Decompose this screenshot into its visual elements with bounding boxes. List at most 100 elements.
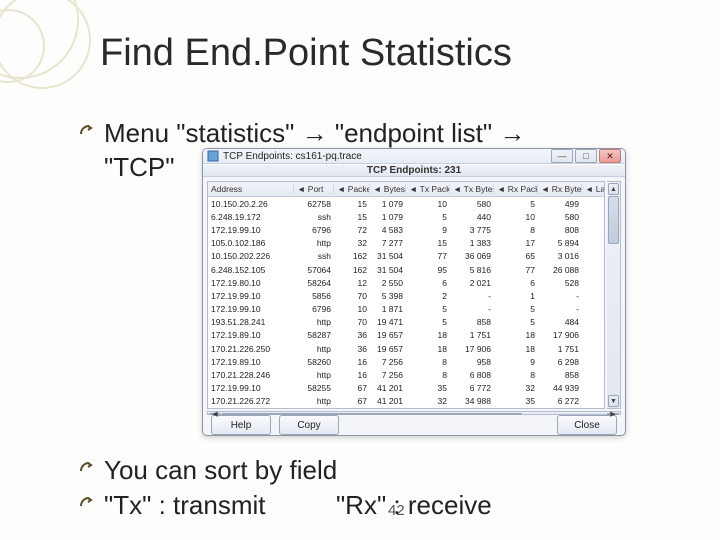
table-cell: 172.19.89.10 (208, 330, 294, 340)
table-cell: 7 256 (370, 370, 406, 380)
table-cell: 9 (406, 225, 450, 235)
table-row[interactable]: 170.21.228.246http167 25686 8088858- (208, 368, 604, 381)
table-cell: 5 894 (538, 238, 582, 248)
table-cell: 162 (334, 251, 370, 261)
table-cell: 5 (406, 317, 450, 327)
scroll-right-icon[interactable]: ▶ (607, 413, 619, 415)
table-cell: 18 (494, 344, 538, 354)
table-cell: 193.51.28.241 (208, 317, 294, 327)
maximize-button[interactable]: □ (575, 149, 597, 163)
table-cell: 31 504 (370, 265, 406, 275)
table-row[interactable]: 172.19.80.1058264122 55062 0216528- (208, 276, 604, 289)
table-cell: 6796 (294, 225, 334, 235)
table-row[interactable]: 172.19.99.105856705 3982-1-- (208, 289, 604, 302)
table-cell: 6 (406, 278, 450, 288)
bullet-text: You can sort by field (104, 455, 337, 486)
table-cell: 2 021 (450, 278, 494, 288)
table-cell: 808 (538, 225, 582, 235)
bullet-sort-by-field: You can sort by field (78, 455, 337, 486)
table-row[interactable]: 172.19.99.106796101 8715-5-- (208, 303, 604, 316)
copy-button[interactable]: Copy (279, 415, 339, 435)
scroll-up-icon[interactable]: ▲ (608, 183, 619, 195)
col-rx-packets[interactable]: ◄ Rx Packets (494, 184, 538, 194)
bullet-tx-rx: "Tx" : transmit "Rx" : receive 42 (78, 490, 492, 521)
vertical-scrollbar[interactable]: ▲ ▼ (607, 181, 621, 409)
col-tx-packets[interactable]: ◄ Tx Packets (406, 184, 450, 194)
table-cell: 1 751 (450, 330, 494, 340)
scroll-thumb[interactable] (222, 413, 522, 415)
col-latitude[interactable]: ◄ Latitude ◄ (582, 184, 605, 194)
bullet-text: "Tx" : transmit "Rx" : receive (104, 490, 492, 521)
table-cell: - (582, 291, 604, 301)
table-cell: http (294, 238, 334, 248)
table-cell: 170.21.226.250 (208, 344, 294, 354)
table-cell: 6.248.152.105 (208, 265, 294, 275)
table-row[interactable]: 6.248.152.1055706416231 504955 8167726 0… (208, 263, 604, 276)
table-cell: 77 (494, 265, 538, 275)
decorative-corner (0, 0, 100, 100)
scroll-down-icon[interactable]: ▼ (608, 395, 619, 407)
table-cell: 95 (406, 265, 450, 275)
table-cell: 6 (494, 278, 538, 288)
table-cell: 18 (494, 330, 538, 340)
bullet-menu-path-line2: "TCP" (78, 152, 174, 183)
scroll-thumb[interactable] (608, 196, 619, 244)
table-cell: 10 (406, 199, 450, 209)
table-row[interactable]: 6.248.19.172ssh151 079544010580- (208, 210, 604, 223)
col-address[interactable]: Address (208, 184, 294, 194)
col-bytes[interactable]: ◄ Bytes (370, 184, 406, 194)
close-dialog-button[interactable]: Close (557, 415, 617, 435)
table-cell: 41 201 (370, 396, 406, 406)
scroll-left-icon[interactable]: ◀ (209, 413, 221, 415)
table-cell: - (582, 212, 604, 222)
help-button[interactable]: Help (211, 415, 271, 435)
table-cell: 62758 (294, 199, 334, 209)
col-packets[interactable]: ◄ Packets (334, 184, 370, 194)
table-cell: 70 (334, 317, 370, 327)
table-cell: 170.21.226.272 (208, 396, 294, 406)
table-cell: 17 906 (450, 344, 494, 354)
table-cell: 5 (494, 304, 538, 314)
table-cell: 172.19.89.10 (208, 357, 294, 367)
col-tx-bytes[interactable]: ◄ Tx Bytes (450, 184, 494, 194)
table-cell: 170.21.228.246 (208, 370, 294, 380)
endpoints-tab[interactable]: TCP Endpoints: 231 (203, 164, 625, 177)
minimize-button[interactable]: ― (551, 149, 573, 163)
table-cell: 6.248.19.172 (208, 212, 294, 222)
table-cell: 858 (450, 317, 494, 327)
table-row[interactable]: 105.0.102.186http327 277151 383175 894- (208, 237, 604, 250)
table-row[interactable]: 172.19.89.1058260167 256895896 298- (208, 355, 604, 368)
table-cell: 72 (334, 225, 370, 235)
table-cell: 15 (406, 238, 450, 248)
table-row[interactable]: 10.150.20.2.2662758151 079105805499- (208, 197, 604, 210)
table-cell: 16 (334, 357, 370, 367)
table-cell: 19 471 (370, 317, 406, 327)
table-header-row[interactable]: Address ◄ Port ◄ Packets ◄ Bytes ◄ Tx Pa… (208, 182, 604, 197)
table-cell: 6 298 (538, 357, 582, 367)
table-row[interactable]: 170.21.226.272http6741 2013234 988356 27… (208, 395, 604, 408)
col-port[interactable]: ◄ Port (294, 184, 334, 194)
table-cell: 58260 (294, 357, 334, 367)
endpoints-table[interactable]: Address ◄ Port ◄ Packets ◄ Bytes ◄ Tx Pa… (207, 181, 605, 409)
window-titlebar[interactable]: TCP Endpoints: cs161-pq.trace ― □ ✕ (203, 149, 625, 164)
table-cell: - (582, 304, 604, 314)
col-rx-bytes[interactable]: ◄ Rx Bytes (538, 184, 582, 194)
table-row[interactable]: 10.150.202.226ssh16231 5047736 069653 01… (208, 250, 604, 263)
table-cell: 7 256 (370, 357, 406, 367)
tcp-endpoints-window: TCP Endpoints: cs161-pq.trace ― □ ✕ TCP … (202, 148, 626, 436)
table-cell: http (294, 317, 334, 327)
table-cell: 5 (494, 199, 538, 209)
table-cell: 18 (406, 330, 450, 340)
close-button[interactable]: ✕ (599, 149, 621, 163)
table-cell: http (294, 396, 334, 406)
table-row[interactable]: 172.19.89.10582873619 657181 7511817 906… (208, 329, 604, 342)
bullet-menu-path: Menu "statistics" → "endpoint list" → (78, 118, 525, 149)
horizontal-scrollbar[interactable]: ◀ ▶ (207, 411, 621, 415)
table-row[interactable]: 172.19.99.106796724 58393 7758808- (208, 223, 604, 236)
table-row[interactable]: 172.19.99.10582556741 201356 7723244 939… (208, 382, 604, 395)
table-cell: 58255 (294, 383, 334, 393)
table-body[interactable]: 10.150.20.2.2662758151 079105805499-6.24… (208, 197, 604, 408)
table-cell: - (450, 304, 494, 314)
table-row[interactable]: 193.51.28.241http7019 47158585484- (208, 316, 604, 329)
table-row[interactable]: 170.21.226.250http3619 6571817 906181 75… (208, 342, 604, 355)
